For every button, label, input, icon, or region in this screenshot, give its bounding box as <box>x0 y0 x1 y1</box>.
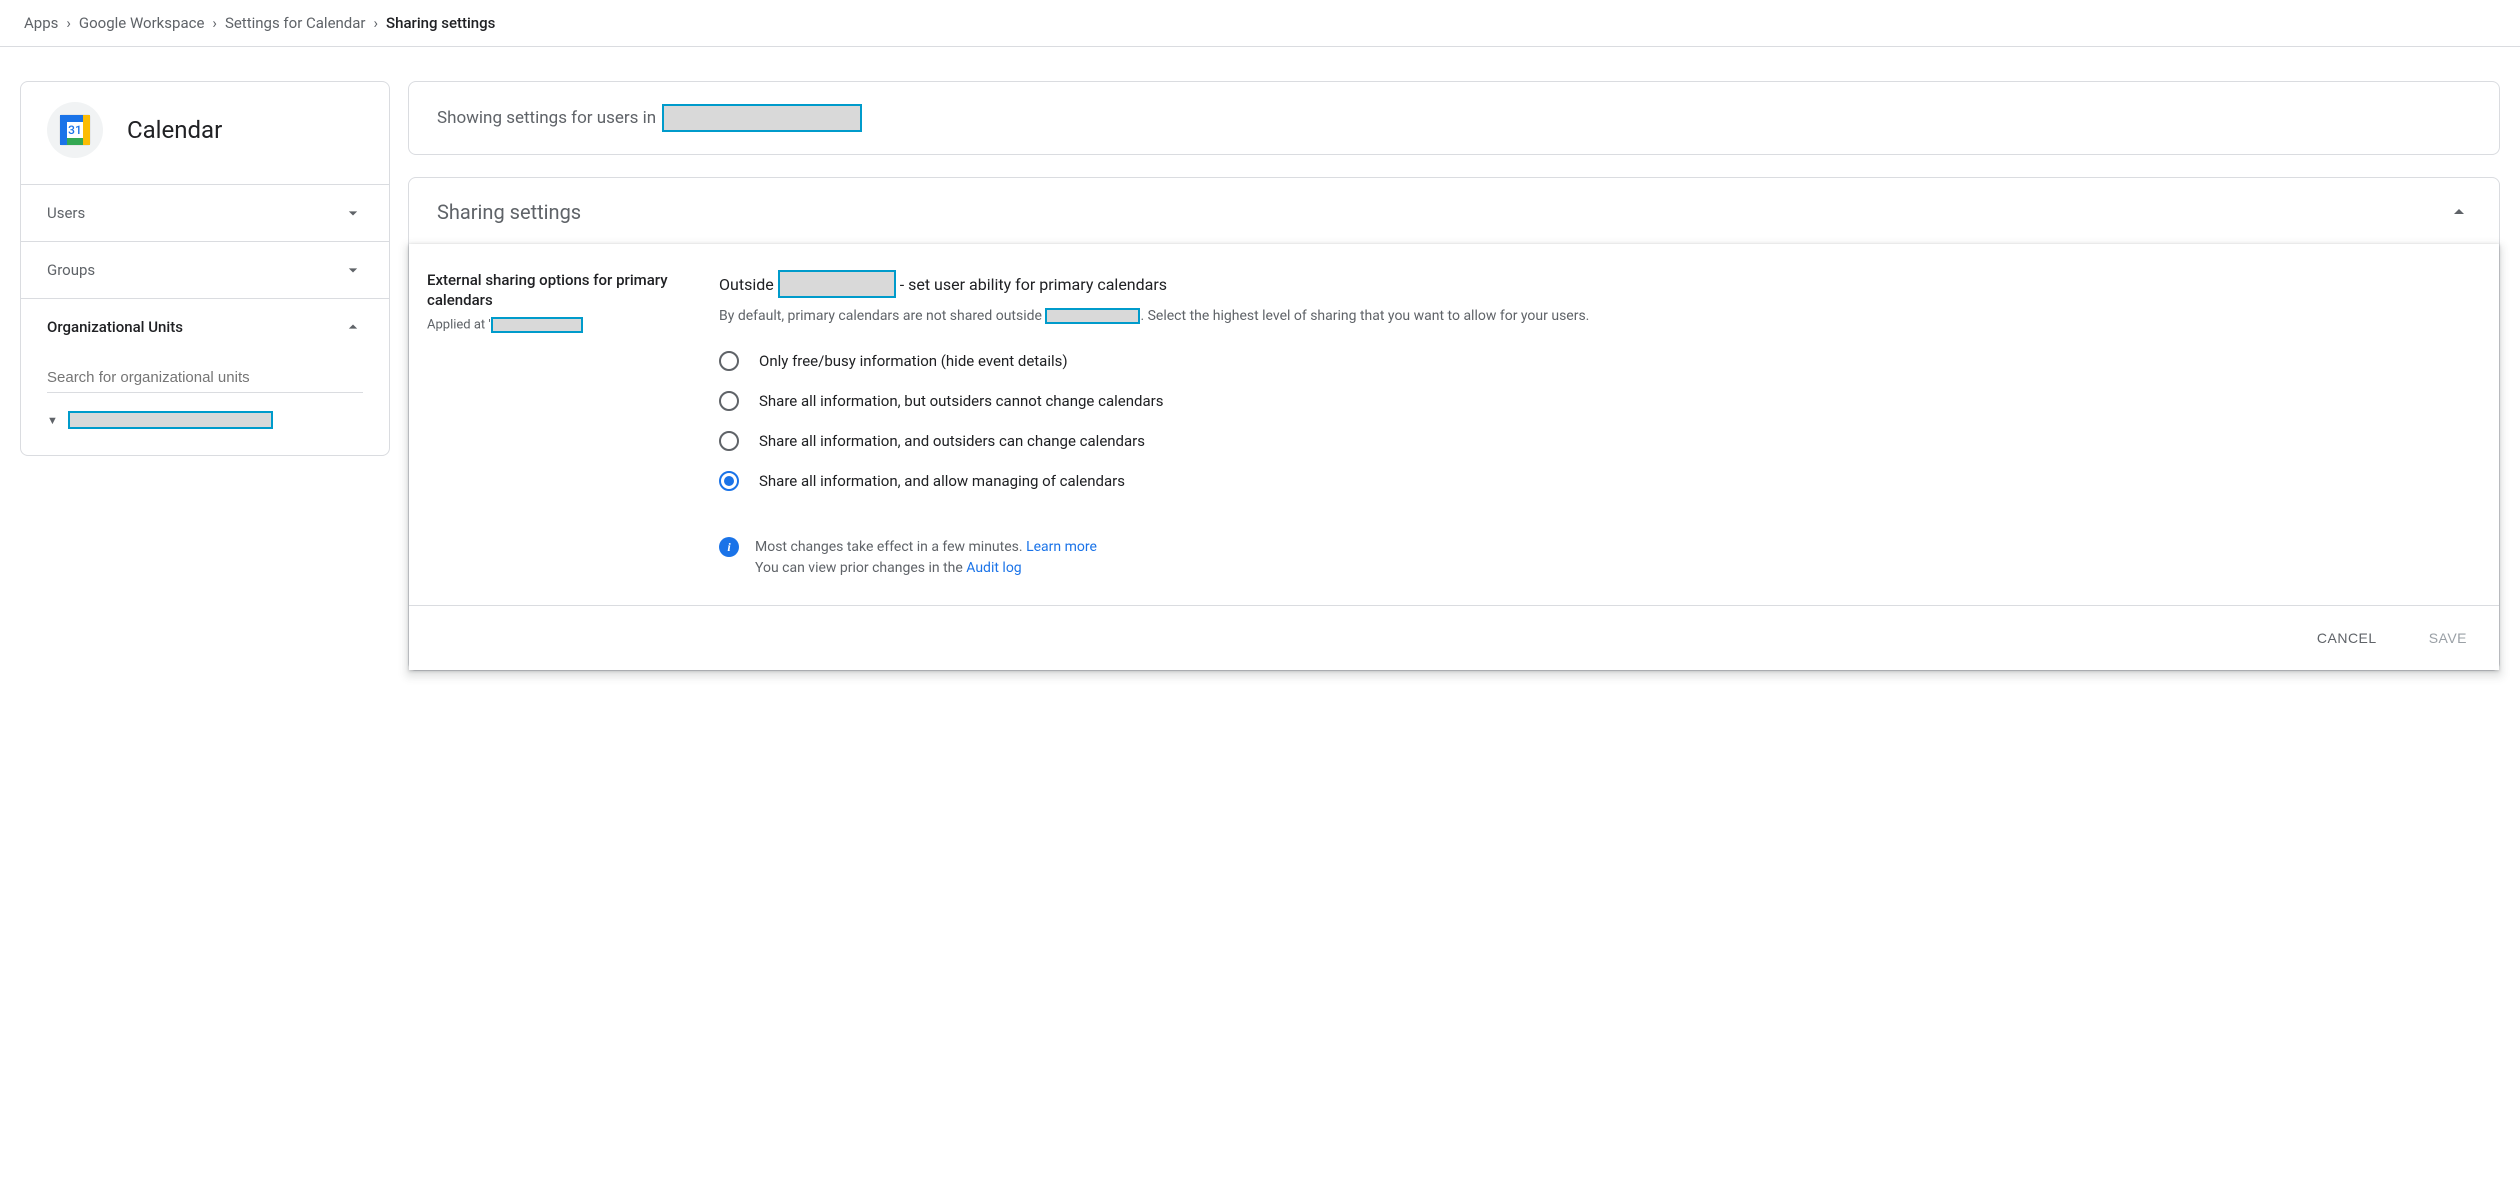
radio-label: Share all information, and allow managin… <box>759 472 1125 490</box>
applied-at: Applied at ' <box>427 317 697 333</box>
learn-more-link[interactable]: Learn more <box>1026 539 1097 555</box>
sidebar: 31 Calendar Users Groups Organizational … <box>20 81 390 671</box>
chevron-up-icon <box>2447 200 2471 224</box>
sidebar-label: Organizational Units <box>47 318 183 336</box>
radio-icon <box>719 431 739 451</box>
chevron-up-icon <box>343 317 363 337</box>
sidebar-section-org-units[interactable]: Organizational Units <box>21 298 389 355</box>
settings-description: By default, primary calendars are not sh… <box>719 306 2471 327</box>
chevron-right-icon: › <box>66 14 71 32</box>
svg-text:31: 31 <box>68 123 82 137</box>
redacted-domain <box>778 270 896 298</box>
radio-icon <box>719 471 739 491</box>
redacted-scope <box>662 104 862 132</box>
radio-icon <box>719 391 739 411</box>
redacted-domain <box>1045 308 1140 324</box>
org-search-input[interactable] <box>47 363 363 393</box>
panel-header[interactable]: Sharing settings <box>409 178 2499 246</box>
radio-label: Share all information, but outsiders can… <box>759 392 1163 410</box>
chevron-down-icon <box>343 260 363 280</box>
breadcrumb-settings-calendar[interactable]: Settings for Calendar <box>225 14 366 32</box>
breadcrumb-workspace[interactable]: Google Workspace <box>79 14 205 32</box>
radio-option-share-change[interactable]: Share all information, and outsiders can… <box>719 431 2471 451</box>
cancel-button[interactable]: CANCEL <box>2313 624 2381 652</box>
info-line-1: Most changes take effect in a few minute… <box>755 539 1023 555</box>
app-title: Calendar <box>127 116 222 144</box>
redacted-applied <box>491 317 583 333</box>
info-block: i Most changes take effect in a few minu… <box>719 537 2471 579</box>
radio-option-share-manage[interactable]: Share all information, and allow managin… <box>719 471 2471 491</box>
radio-label: Share all information, and outsiders can… <box>759 432 1145 450</box>
radio-icon <box>719 351 739 371</box>
scope-panel: Showing settings for users in <box>408 81 2500 155</box>
settings-section-title: External sharing options for primary cal… <box>427 270 697 311</box>
info-line-2: You can view prior changes in the <box>755 560 963 576</box>
audit-log-link[interactable]: Audit log <box>966 560 1021 576</box>
settings-card: External sharing options for primary cal… <box>409 244 2499 670</box>
info-icon: i <box>719 537 739 557</box>
panel-title: Sharing settings <box>437 200 581 224</box>
settings-heading: Outside - set user ability for primary c… <box>719 270 2471 298</box>
chevron-right-icon: › <box>212 14 217 32</box>
radio-group: Only free/busy information (hide event d… <box>719 351 2471 491</box>
redacted-org-name <box>68 411 273 429</box>
radio-option-freebusy[interactable]: Only free/busy information (hide event d… <box>719 351 2471 371</box>
radio-option-share-readonly[interactable]: Share all information, but outsiders can… <box>719 391 2471 411</box>
org-tree-item[interactable]: ▼ <box>47 411 363 429</box>
sharing-settings-panel: Sharing settings External sharing option… <box>408 177 2500 671</box>
calendar-icon: 31 <box>47 102 103 158</box>
app-header: 31 Calendar <box>21 82 389 184</box>
sidebar-label: Groups <box>47 261 95 279</box>
breadcrumb-apps[interactable]: Apps <box>24 14 58 32</box>
sidebar-section-groups[interactable]: Groups <box>21 241 389 298</box>
breadcrumb: Apps › Google Workspace › Settings for C… <box>0 0 2520 47</box>
chevron-right-icon: › <box>374 14 379 32</box>
chevron-down-icon <box>343 203 363 223</box>
sidebar-label: Users <box>47 204 85 222</box>
radio-label: Only free/busy information (hide event d… <box>759 352 1068 370</box>
arrow-down-icon: ▼ <box>47 414 58 427</box>
save-button[interactable]: SAVE <box>2425 624 2471 652</box>
breadcrumb-current: Sharing settings <box>386 14 495 32</box>
sidebar-section-users[interactable]: Users <box>21 184 389 241</box>
scope-text: Showing settings for users in <box>437 108 656 128</box>
action-bar: CANCEL SAVE <box>409 605 2499 670</box>
